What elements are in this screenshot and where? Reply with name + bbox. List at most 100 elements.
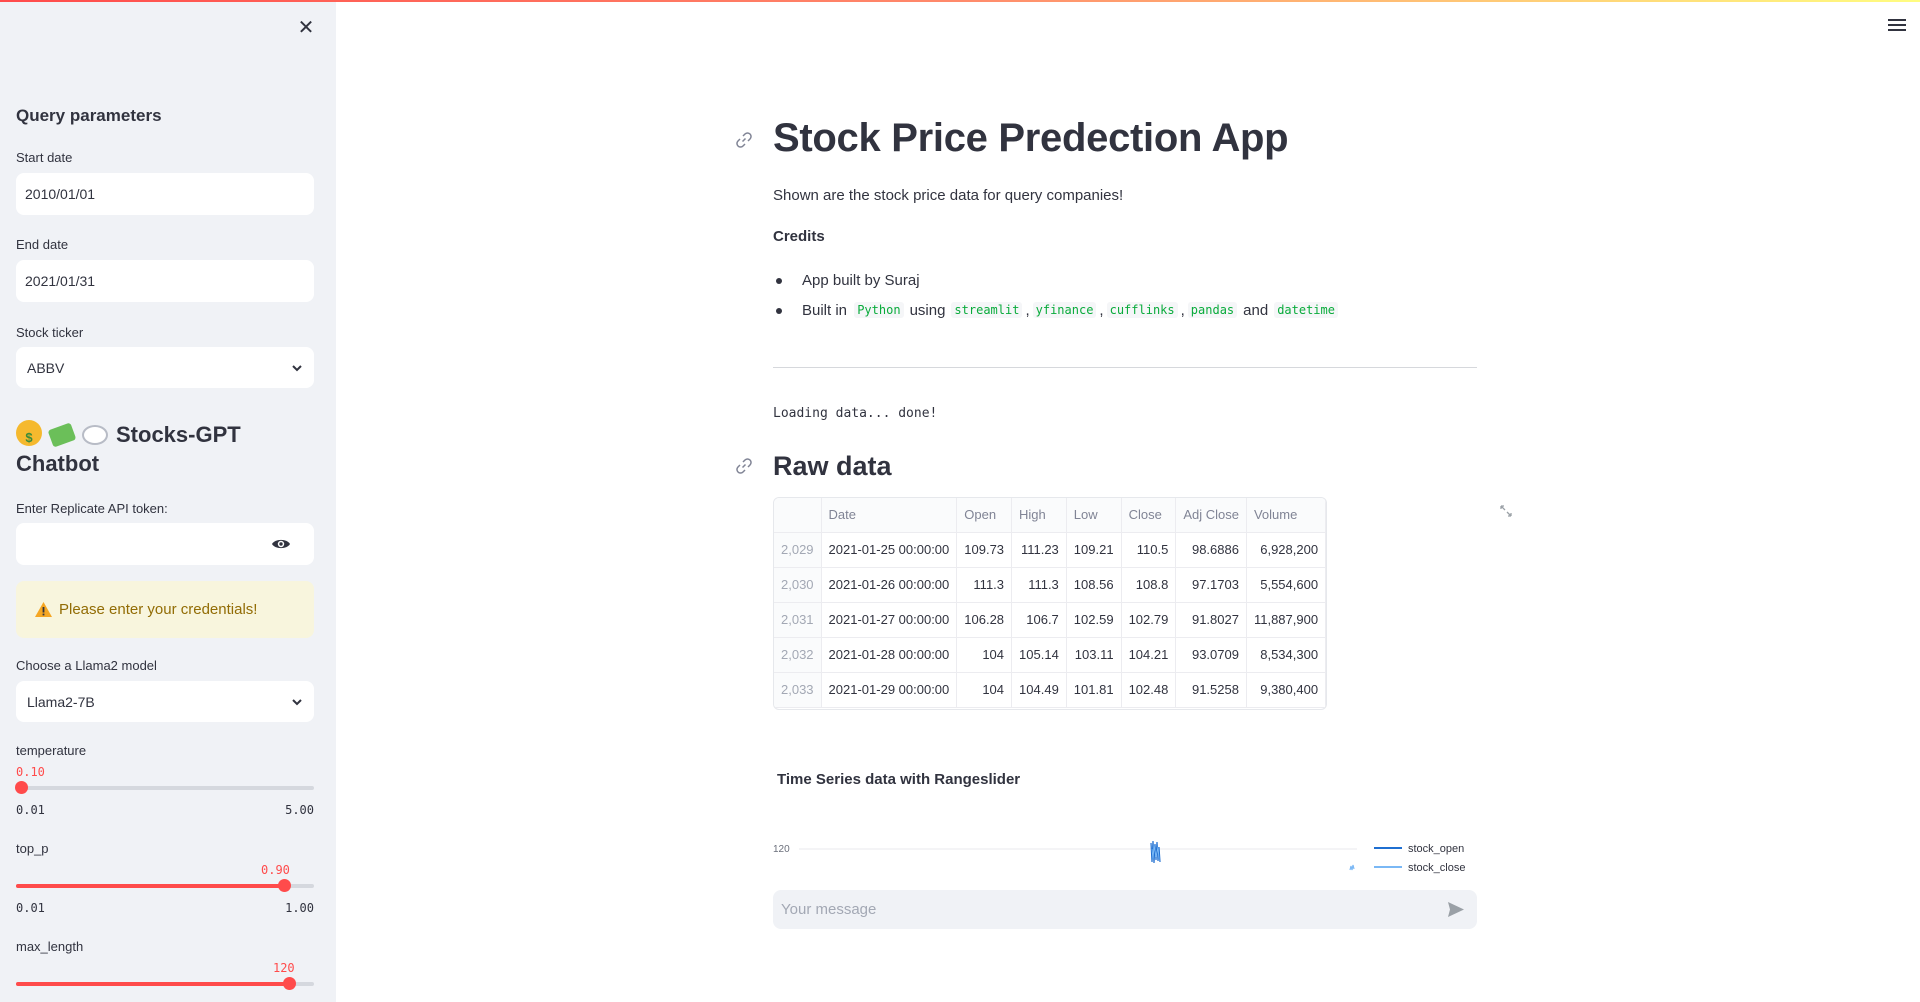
chart-title: Time Series data with Rangeslider xyxy=(777,771,1021,788)
start-date-input[interactable]: 2010/01/01 xyxy=(16,173,314,215)
top-p-min: 0.01 xyxy=(16,901,45,915)
table-cell: 2021-01-25 00:00:00 xyxy=(821,532,958,568)
money-mouth-face-icon xyxy=(16,420,42,452)
api-token-input[interactable] xyxy=(16,523,314,565)
bullet-text: using xyxy=(909,301,946,319)
slider-thumb[interactable] xyxy=(15,781,29,794)
table-cell: 111.3 xyxy=(1011,567,1067,603)
row-index-cell: 2,032 xyxy=(774,637,822,673)
range-slider-trace xyxy=(1349,864,1355,871)
chevron-down-icon xyxy=(292,698,302,705)
top-p-value: 0.90 xyxy=(261,863,290,877)
row-index-cell: 2,029 xyxy=(774,532,822,568)
start-date-label: Start date xyxy=(16,150,73,165)
send-icon[interactable] xyxy=(1447,901,1465,918)
comma-separator: , xyxy=(1025,301,1030,319)
code-pandas: pandas xyxy=(1187,302,1238,318)
table-cell: 98.6886 xyxy=(1175,532,1247,568)
slider-track[interactable] xyxy=(15,781,314,794)
table-cell: 111.23 xyxy=(1011,532,1067,568)
end-date-label: End date xyxy=(16,237,69,252)
lead-text: Shown are the stock price data for query… xyxy=(773,187,1124,204)
column-header[interactable]: Adj Close xyxy=(1175,498,1247,533)
top-p-label: top_p xyxy=(16,841,49,856)
stock-ticker-label: Stock ticker xyxy=(16,325,84,340)
table-cell: 110.5 xyxy=(1121,532,1177,568)
top-p-slider[interactable]: top_p 0.90 0.01 1.00 xyxy=(16,841,314,915)
table-row[interactable]: 2,029 2021-01-25 00:00:00 109.73 111.23 109.… xyxy=(774,532,1326,568)
list-item: Built in Python using streamlit, yfinanc… xyxy=(773,295,1477,325)
temperature-value: 0.10 xyxy=(16,765,45,779)
bullet-text: and xyxy=(1243,301,1269,319)
column-header[interactable] xyxy=(774,498,822,533)
code-python: Python xyxy=(854,302,904,318)
credentials-warning: Please enter your credentials! xyxy=(16,581,314,638)
table-cell: 2021-01-29 00:00:00 xyxy=(821,672,958,708)
column-header[interactable]: Close xyxy=(1121,498,1177,533)
temperature-slider[interactable]: temperature 0.10 0.01 5.00 xyxy=(15,743,314,817)
table-row[interactable]: 2,033 2021-01-29 00:00:00 104 104.49 101.81 1… xyxy=(774,672,1326,708)
row-index-cell: 2,030 xyxy=(774,567,822,603)
table-row[interactable]: 2,030 2021-01-26 00:00:00 111.3 111.3 108.56… xyxy=(774,567,1326,603)
y-tick-label: 120 xyxy=(773,844,790,855)
credits-heading: Credits xyxy=(773,228,825,245)
max-length-value: 120 xyxy=(272,961,295,975)
model-value: Llama2-7B xyxy=(27,693,95,710)
speech-bubble-icon xyxy=(82,425,108,445)
table-cell: 104 xyxy=(956,672,1013,708)
table-cell: 11,887,900 xyxy=(1246,602,1326,638)
chat-input[interactable]: Your message xyxy=(773,890,1477,929)
column-header[interactable]: Volume xyxy=(1246,498,1326,533)
top-p-max: 1.00 xyxy=(285,901,314,915)
comma-separator: , xyxy=(1099,301,1104,319)
table-cell: 108.8 xyxy=(1121,567,1177,603)
table-cell: 97.1703 xyxy=(1175,567,1247,603)
link-anchor-icon[interactable] xyxy=(735,457,753,475)
table-cell: 102.48 xyxy=(1121,672,1177,708)
close-sidebar-icon[interactable]: ✕ xyxy=(296,18,316,38)
end-date-input[interactable]: 2021/01/31 xyxy=(16,260,314,302)
fullscreen-expand-icon[interactable] xyxy=(1500,505,1512,517)
legend-label: stock_open xyxy=(1408,843,1464,855)
table-cell: 104.49 xyxy=(1011,672,1067,708)
column-header[interactable]: Date xyxy=(821,498,958,533)
row-index-cell: 2,033 xyxy=(774,672,822,708)
table-cell: 2021-01-28 00:00:00 xyxy=(821,637,958,673)
table-cell: 108.56 xyxy=(1066,567,1122,603)
table-cell: 2021-01-27 00:00:00 xyxy=(821,602,958,638)
slider-track[interactable] xyxy=(16,977,314,990)
column-header[interactable]: High xyxy=(1011,498,1067,533)
temperature-label: temperature xyxy=(16,743,87,758)
table-cell: 104 xyxy=(956,637,1013,673)
raw-data-table[interactable]: Date Open High Low Close Adj Close Volume 2,02… xyxy=(773,497,1327,710)
slider-track[interactable] xyxy=(16,879,314,892)
table-cell: 106.7 xyxy=(1011,602,1067,638)
max-length-label: max_length xyxy=(16,939,84,954)
table-cell: 6,928,200 xyxy=(1246,532,1326,568)
slider-thumb[interactable] xyxy=(277,879,291,892)
table-cell: 102.59 xyxy=(1066,602,1122,638)
table-cell: 5,554,600 xyxy=(1246,567,1326,603)
chatbot-title: Stocks-GPT Chatbot xyxy=(16,420,316,478)
link-anchor-icon[interactable] xyxy=(735,131,753,149)
list-item: App built by Suraj xyxy=(773,265,1477,295)
table-cell: 101.81 xyxy=(1066,672,1122,708)
end-date-value: 2021/01/31 xyxy=(25,273,96,289)
bullet-text: Built in xyxy=(802,301,848,319)
table-row[interactable]: 2,031 2021-01-27 00:00:00 106.28 106.7 102.5… xyxy=(774,602,1326,638)
max-length-slider[interactable]: max_length 120 xyxy=(16,939,314,1002)
table-cell: 106.28 xyxy=(956,602,1013,638)
table-row[interactable]: 2,032 2021-01-28 00:00:00 104 105.14 103.11 1… xyxy=(774,637,1326,673)
time-series-chart[interactable]: 120 stock_open stock_close xyxy=(773,835,1477,877)
stock-ticker-select[interactable]: ABBV xyxy=(16,347,314,388)
slider-thumb[interactable] xyxy=(282,977,296,990)
column-header[interactable]: Open xyxy=(956,498,1013,533)
table-cell: 104.21 xyxy=(1121,637,1177,673)
start-date-value: 2010/01/01 xyxy=(25,186,96,202)
hamburger-menu-icon[interactable] xyxy=(1888,18,1906,32)
model-select[interactable]: Llama2-7B xyxy=(16,681,314,722)
table-cell: 109.21 xyxy=(1066,532,1122,568)
legend-label: stock_close xyxy=(1408,862,1465,874)
eye-icon[interactable] xyxy=(271,537,291,551)
column-header[interactable]: Low xyxy=(1066,498,1122,533)
